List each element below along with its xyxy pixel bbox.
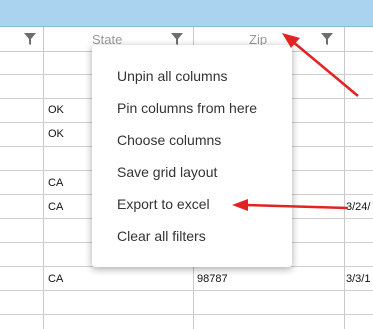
column-header-date[interactable] [345,27,373,51]
menu-item-clear-all-filters[interactable]: Clear all filters [117,228,206,244]
menu-item-unpin-all-columns[interactable]: Unpin all columns [117,68,228,84]
filter-icon[interactable] [23,32,37,46]
row-divider [0,314,373,315]
grid-column-divider [43,51,44,329]
column-context-menu: Unpin all columns Pin columns from here … [92,45,292,267]
table-cell-state[interactable]: OK [48,104,64,116]
table-cell-date[interactable]: 3/3/1 [346,273,370,285]
table-cell-state[interactable]: CA [48,177,63,189]
filter-icon[interactable] [170,32,184,46]
toolbar-strip [0,0,373,27]
grid-column-divider [344,51,345,329]
menu-item-choose-columns[interactable]: Choose columns [117,132,221,148]
menu-item-save-grid-layout[interactable]: Save grid layout [117,164,217,180]
table-cell-date[interactable]: 3/24/ [346,201,370,213]
row-divider [0,290,373,291]
menu-item-pin-columns-from-here[interactable]: Pin columns from here [117,100,257,116]
table-cell-state[interactable]: CA [48,201,63,213]
column-header-previous[interactable] [0,27,44,51]
table-cell-state[interactable]: CA [48,273,63,285]
filter-icon[interactable] [320,32,334,46]
table-cell-zip[interactable]: 98787 [197,273,228,285]
table-cell-state[interactable]: OK [48,128,64,140]
menu-item-export-to-excel[interactable]: Export to excel [117,196,210,212]
